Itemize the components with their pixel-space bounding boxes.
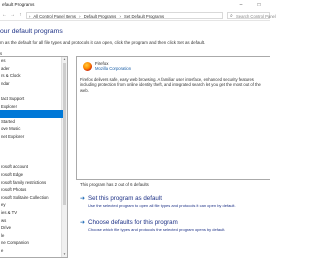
program-description: Firefox delivers safe, easy web browsing…: [80, 77, 261, 93]
set-as-default-title[interactable]: Set this program as default: [88, 195, 162, 202]
list-item[interactable]: tact Support: [0, 95, 63, 103]
breadcrumb-separator: ›: [79, 13, 81, 19]
forward-arrow-icon[interactable]: →: [9, 12, 16, 19]
list-item[interactable]: [0, 141, 63, 149]
list-item[interactable]: ies & TV: [0, 209, 63, 217]
arrow-right-icon: ➜: [80, 220, 86, 226]
list-item[interactable]: [0, 156, 63, 164]
search-input[interactable]: ⌕ Search Control Panel: [227, 12, 276, 19]
arrow-right-icon: ➜: [80, 196, 86, 202]
defaults-count: This program has 2 out of 6 defaults: [80, 182, 149, 187]
up-arrow-icon[interactable]: ↑: [17, 12, 24, 19]
page-instructions: m as the default for all file types and …: [0, 40, 206, 45]
list-item[interactable]: rosoft account: [0, 163, 63, 171]
breadcrumb-separator: ›: [29, 13, 31, 19]
breadcrumb-separator: ›: [119, 13, 121, 19]
list-item[interactable]: [0, 110, 63, 118]
search-icon: ⌕: [230, 13, 233, 19]
list-item[interactable]: ey: [0, 201, 63, 209]
list-item[interactable]: ne Companion: [0, 239, 63, 247]
window-title: efault Programs: [2, 2, 35, 7]
choose-defaults-description[interactable]: Choose which file types and protocols th…: [88, 227, 225, 232]
list-item[interactable]: ndar: [0, 80, 63, 88]
breadcrumb-set-default-programs[interactable]: Set Default Programs: [124, 14, 164, 19]
list-item[interactable]: e: [0, 247, 63, 255]
maximize-icon[interactable]: □: [252, 0, 266, 10]
program-details: Firefox Mozilla Corporation Firefox deli…: [76, 56, 270, 180]
list-item[interactable]: net Explorer: [0, 133, 63, 141]
list-item[interactable]: ove Music: [0, 125, 63, 133]
list-item[interactable]: rosoft Solitaire Collection: [0, 194, 63, 202]
list-item[interactable]: es: [0, 57, 63, 65]
back-arrow-icon[interactable]: ←: [1, 12, 8, 19]
breadcrumb-default-programs[interactable]: Default Programs: [84, 14, 117, 19]
list-item[interactable]: rosoft Edge: [0, 171, 63, 179]
list-item[interactable]: Explorer: [0, 103, 63, 111]
address-bar: ← → ↑ › All Control Panel Items › Defaul…: [0, 11, 276, 21]
list-item[interactable]: [0, 87, 63, 95]
list-item[interactable]: ader: [0, 65, 63, 73]
breadcrumb[interactable]: › All Control Panel Items › Default Prog…: [26, 12, 223, 19]
firefox-icon: [83, 62, 92, 71]
program-vendor-link[interactable]: Mozilla Corporation: [95, 66, 131, 71]
scrollbar-thumb[interactable]: [63, 63, 66, 205]
title-bar: efault Programs – □: [0, 0, 270, 10]
list-item[interactable]: Started: [0, 118, 63, 126]
choose-defaults-title[interactable]: Choose defaults for this program: [88, 219, 178, 226]
list-item[interactable]: le: [0, 232, 63, 240]
page-title: our default programs: [0, 28, 63, 35]
list-item[interactable]: rosoft Photos: [0, 186, 63, 194]
program-list[interactable]: ▲ ▼ es ader rs & Clock ndar tact Support Expl…: [0, 56, 68, 258]
main-content: our default programs m as the default fo…: [0, 21, 270, 260]
list-item[interactable]: Drive: [0, 224, 63, 232]
breadcrumb-control-panel[interactable]: All Control Panel Items: [33, 14, 76, 19]
set-as-default-description[interactable]: Use the selected program to open all fil…: [88, 203, 236, 208]
list-item[interactable]: [0, 148, 63, 156]
list-item[interactable]: rosoft family restrictions: [0, 179, 63, 187]
list-item[interactable]: ws: [0, 217, 63, 225]
search-placeholder: Search Control Panel: [236, 13, 276, 19]
list-item[interactable]: rs & Clock: [0, 72, 63, 80]
minimize-icon[interactable]: –: [234, 0, 248, 10]
